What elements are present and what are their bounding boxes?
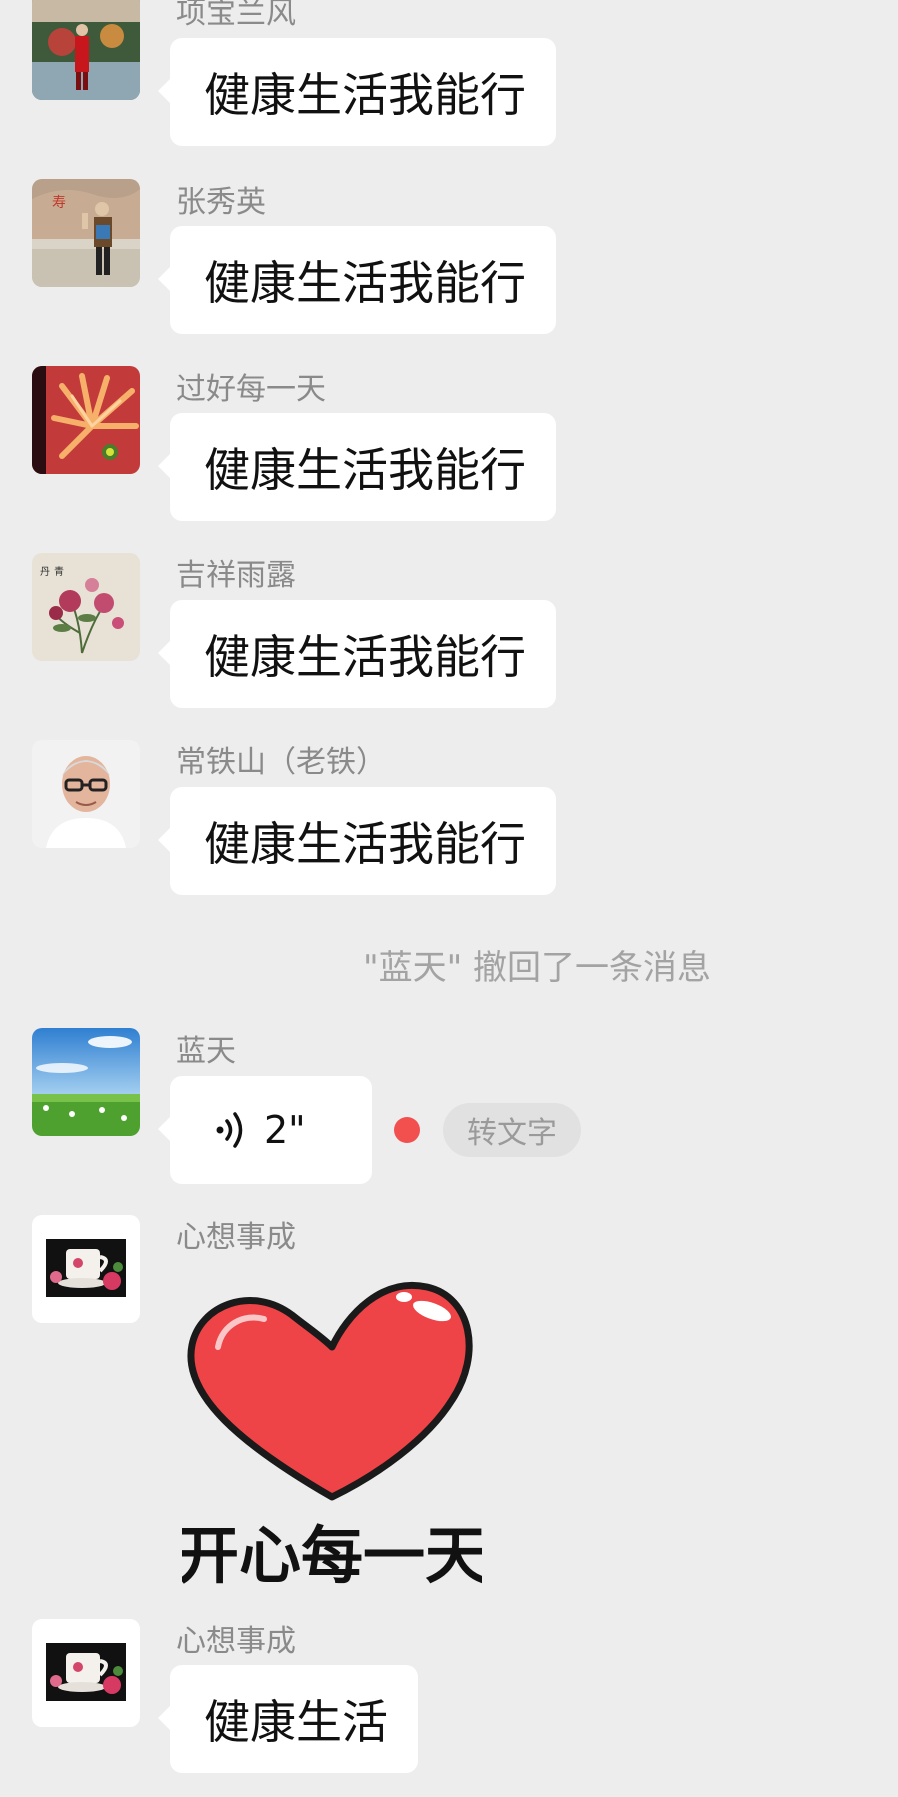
avatar[interactable] — [32, 366, 140, 474]
message-bubble[interactable]: 健康生活我能行 — [158, 226, 556, 334]
peony-painting-icon: 丹 青 — [32, 553, 140, 661]
message-bubble[interactable]: 健康生活 — [158, 1665, 418, 1773]
message-bubble[interactable]: 健康生活我能行 — [158, 413, 556, 521]
sender-name: 常铁山（老铁） — [176, 745, 386, 780]
message-bubble[interactable]: 健康生活我能行 — [158, 600, 556, 708]
sender-name: 吉祥雨露 — [176, 558, 296, 593]
heart-sticker[interactable]: 开心每一天 — [182, 1275, 482, 1595]
avatar[interactable] — [32, 1619, 140, 1727]
sender-name: 心想事成 — [176, 1624, 296, 1659]
avatar[interactable] — [32, 1215, 140, 1323]
avatar[interactable]: 丹 青 — [32, 553, 140, 661]
sender-name: 张秀英 — [176, 185, 266, 220]
heart-icon: 开心每一天 — [182, 1281, 482, 1592]
man-glasses-icon — [32, 740, 140, 848]
sky-meadow-icon — [32, 1028, 140, 1136]
tea-cup-flowers-icon — [32, 1215, 140, 1323]
svg-text:青: 青 — [54, 565, 64, 578]
transcribe-button[interactable]: 转文字 — [443, 1103, 581, 1157]
message-bubble[interactable]: 健康生活我能行 — [158, 38, 556, 146]
recall-notice: "蓝天" 撤回了一条消息 — [362, 948, 712, 988]
sender-name: 蓝天 — [176, 1034, 236, 1069]
voice-duration: 2" — [264, 1108, 306, 1152]
avatar[interactable]: 寿 — [32, 179, 140, 287]
tea-cup-flowers-icon — [32, 1619, 140, 1727]
svg-text:丹: 丹 — [40, 566, 50, 578]
flower-closeup-icon — [32, 366, 140, 474]
sender-name: 过好每一天 — [176, 372, 326, 407]
avatar[interactable] — [32, 740, 140, 848]
voice-message-bubble[interactable]: 2" — [158, 1076, 372, 1184]
avatar[interactable] — [32, 1028, 140, 1136]
voice-wave-icon — [214, 1110, 248, 1150]
person-red-coat-icon — [32, 0, 140, 100]
unread-dot — [394, 1117, 420, 1143]
sender-name: 心想事成 — [176, 1220, 296, 1255]
message-bubble[interactable]: 健康生活我能行 — [158, 787, 556, 895]
sticker-caption: 开心每一天 — [182, 1519, 482, 1592]
sender-name: 项宝兰风 — [176, 0, 296, 31]
person-by-rock-icon: 寿 — [32, 179, 140, 287]
avatar[interactable] — [32, 0, 140, 100]
svg-text:寿: 寿 — [52, 194, 66, 211]
